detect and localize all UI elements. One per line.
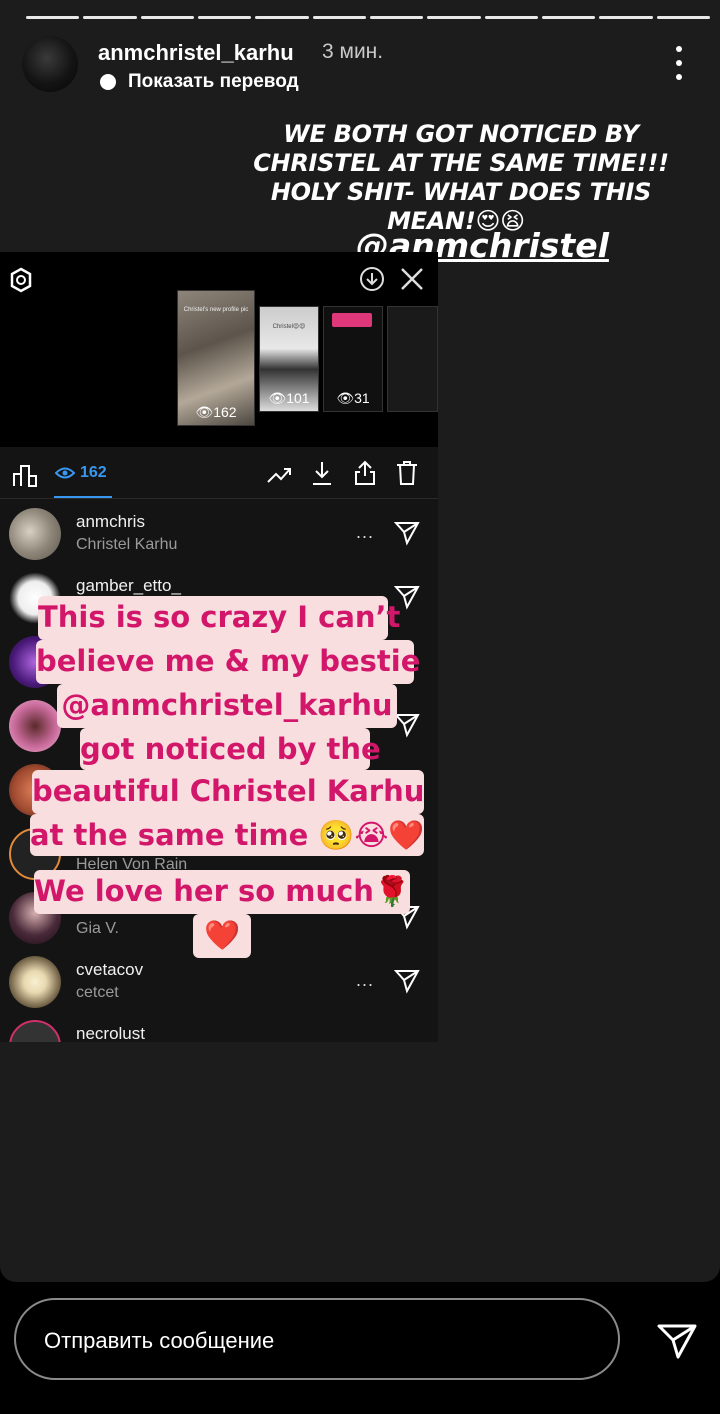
close-icon: [401, 268, 423, 290]
viewer-row: anmchris Christel Karhu ...: [0, 502, 438, 566]
story-thumbnail: [387, 306, 438, 412]
send-icon: [394, 970, 420, 994]
sticker-line: believe me & my bestie: [36, 644, 421, 678]
sticker-line: @anmchristel_karhu: [61, 688, 393, 722]
viewer-name: Gia V.: [76, 920, 119, 937]
eye-icon: [55, 467, 75, 479]
viewer-username: anmchris: [76, 512, 145, 531]
viewer-name: Christel Karhu: [76, 536, 178, 553]
viewer-username: necrolust: [76, 1024, 145, 1042]
text-sticker[interactable]: This is so crazy I can’t: [38, 596, 401, 640]
caption-line: CHRISTEL AT THE SAME TIME!!!: [253, 149, 669, 177]
story-time: 3 мин.: [322, 40, 384, 63]
caption-line: HOLY SHIT- WHAT DOES THIS: [270, 178, 652, 206]
story-progress-bar: [26, 16, 710, 19]
thumb-view-count: 👁31: [324, 390, 382, 407]
send-icon[interactable]: [656, 1322, 698, 1360]
translate-label: Показать перевод: [128, 71, 299, 92]
viewer-row: necrolust: [0, 1014, 438, 1042]
divider: [0, 498, 438, 499]
download-icon: [313, 462, 331, 485]
text-sticker[interactable]: We love her so much🌹: [34, 870, 410, 914]
caption-line: WE BOTH GOT NOTICED BY: [283, 120, 639, 148]
view-count: 162: [80, 464, 107, 481]
show-translation-button[interactable]: Показать перевод: [100, 71, 299, 93]
avatar: [9, 1020, 61, 1042]
eye-icon: 👁: [336, 390, 355, 406]
reply-placeholder: Отправить сообщение: [44, 1328, 275, 1353]
thumb-count: 162: [213, 404, 237, 420]
promote-icon: [267, 468, 291, 483]
avatar: [9, 508, 61, 560]
insights-icon: [13, 465, 37, 487]
text-sticker[interactable]: beautiful Christel Karhu: [32, 770, 424, 814]
viewer-name: cetcet: [76, 984, 119, 1001]
story-username[interactable]: anmchristel_karhu: [98, 40, 294, 66]
sticker-line: at the same time 🥺😭❤️: [30, 818, 425, 852]
avatar[interactable]: [22, 36, 78, 92]
story-viewer: anmchristel_karhu 3 мин. Показать перево…: [0, 0, 720, 1282]
trash-icon: [397, 461, 417, 485]
viewer-username: gamber_etto_: [76, 576, 181, 595]
thumb-view-count: 👁101: [260, 390, 318, 407]
text-sticker[interactable]: got noticed by the: [80, 728, 381, 770]
more-icon: ...: [356, 522, 375, 542]
send-icon: [394, 522, 420, 546]
thumb-view-count: 👁162: [178, 404, 254, 421]
sticker-line: ❤️: [203, 918, 241, 952]
thumb-count: 31: [354, 390, 370, 406]
thumb-count: 101: [286, 390, 310, 406]
translate-dot-icon: [100, 74, 116, 90]
eye-icon: 👁: [268, 390, 287, 406]
eye-icon: 👁: [195, 404, 214, 420]
story-thumbnail: Christel's new profile pic 👁162: [177, 290, 255, 426]
share-icon: [355, 460, 375, 485]
text-sticker[interactable]: ❤️: [193, 914, 251, 958]
more-vertical-icon[interactable]: [664, 46, 694, 80]
text-sticker[interactable]: believe me & my bestie: [36, 640, 421, 684]
thumb-caption: Christel's new profile pic: [183, 307, 249, 313]
sticker-line: We love her so much🌹: [34, 874, 411, 908]
story-thumbnail: 👁31: [323, 306, 383, 412]
text-sticker[interactable]: @anmchristel_karhu: [57, 684, 397, 728]
reply-input[interactable]: Отправить сообщение: [14, 1298, 620, 1380]
thumb-caption: Christel😍😍: [272, 324, 306, 330]
viewer-username: cvetacov: [76, 960, 144, 979]
text-sticker[interactable]: at the same time 🥺😭❤️: [30, 814, 425, 856]
sticker-line: This is so crazy I can’t: [38, 600, 401, 634]
story-thumbnail: Christel😍😍 👁101: [259, 306, 319, 412]
download-circle-icon: [360, 267, 384, 291]
avatar: [9, 956, 61, 1008]
sticker-line: beautiful Christel Karhu: [32, 774, 425, 808]
more-icon: ...: [356, 970, 375, 990]
story-caption: WE BOTH GOT NOTICED BY CHRISTEL AT THE S…: [236, 120, 686, 236]
avatar: [9, 700, 61, 752]
viewer-row: cvetacov cetcet ...: [0, 950, 438, 1014]
settings-icon: [10, 267, 32, 293]
sticker-line: got noticed by the: [80, 732, 381, 766]
send-icon: [394, 714, 420, 738]
